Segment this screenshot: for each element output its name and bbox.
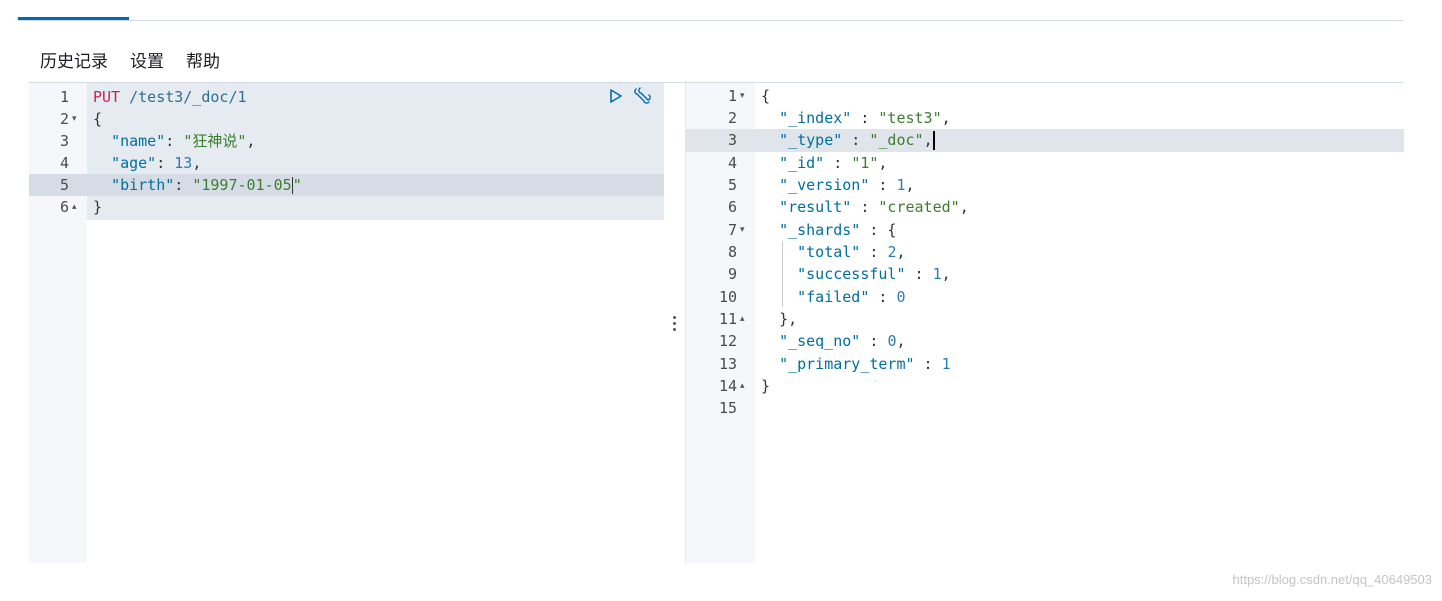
- response-line-12: "_seq_no" : 0,: [779, 332, 906, 350]
- json-number: 1: [932, 265, 942, 283]
- pane-resizer[interactable]: [664, 83, 684, 563]
- line-number: 9: [727, 265, 737, 283]
- active-tab-indicator: [18, 17, 129, 20]
- response-viewer[interactable]: 1 ▾ 2 3 4 5 6 7 ▾ 8 9 10 11 ▴ 12 13 14 ▴…: [685, 83, 1404, 563]
- response-line-2: "_index" : "test3",: [779, 109, 951, 127]
- line-number: 5: [727, 176, 737, 194]
- line-number: 10: [718, 288, 737, 306]
- json-number: 0: [896, 288, 906, 306]
- json-key: "_primary_term": [779, 355, 915, 373]
- json-number: 13: [174, 154, 193, 172]
- wrench-icon[interactable]: [632, 86, 652, 106]
- response-line-6: "result" : "created",: [779, 198, 969, 216]
- line-number: 4: [59, 154, 69, 172]
- response-line-14: }: [761, 377, 771, 395]
- tab-bar: [18, 0, 1403, 21]
- line-number: 2: [59, 110, 69, 128]
- line-number: 3: [59, 132, 69, 150]
- json-key: "name": [111, 132, 166, 150]
- line-number: 1: [59, 88, 69, 106]
- json-string: "test3": [878, 109, 942, 127]
- response-line-11: },: [779, 310, 798, 328]
- response-line-4: "_id" : "1",: [779, 154, 888, 172]
- fold-toggle-icon[interactable]: ▾: [740, 85, 745, 107]
- menu-bar: 历史记录 设置 帮助: [40, 44, 220, 74]
- line-number: 6: [727, 198, 737, 216]
- response-line-7: "_shards" : {: [779, 221, 897, 239]
- watermark: https://blog.csdn.net/qq_40649503: [1232, 572, 1433, 587]
- line-number: 1: [727, 87, 737, 105]
- json-number: 1: [941, 355, 951, 373]
- line-number: 6: [59, 198, 69, 216]
- console-app: 历史记录 设置 帮助 1 2 ▾ 3 4 5 6 ▴ PUT /test3/_d…: [18, 0, 1404, 563]
- json-string: "created": [878, 198, 960, 216]
- json-string: "狂神说": [183, 132, 247, 150]
- json-string: "1": [851, 154, 879, 172]
- line-number: 2: [727, 109, 737, 127]
- menu-settings[interactable]: 设置: [130, 47, 164, 72]
- json-key: "_id": [779, 154, 825, 172]
- line-number: 14: [718, 377, 737, 395]
- response-line-8: "total" : 2,: [797, 243, 906, 261]
- json-key: "_index": [779, 109, 852, 127]
- line-number: 7: [727, 221, 737, 239]
- json-key: "total": [797, 243, 861, 261]
- drag-handle-icon: [672, 315, 676, 331]
- json-key: "failed": [797, 288, 870, 306]
- json-string: "1997-01-05: [192, 176, 292, 194]
- fold-toggle-icon[interactable]: ▴: [72, 196, 77, 218]
- fold-toggle-icon[interactable]: ▾: [740, 219, 745, 241]
- request-line-3: "name": "狂神说",: [111, 132, 256, 150]
- open-brace: {: [93, 110, 103, 128]
- json-key: "_version": [779, 176, 870, 194]
- fold-toggle-icon[interactable]: ▴: [740, 375, 745, 397]
- line-number: 3: [727, 131, 737, 149]
- menu-help[interactable]: 帮助: [186, 47, 220, 72]
- text-cursor: [932, 131, 935, 150]
- json-number: 1: [896, 176, 906, 194]
- json-string-end: ": [292, 176, 302, 194]
- request-line-1: PUT /test3/_doc/1: [93, 86, 247, 108]
- json-key: "result": [779, 198, 852, 216]
- play-icon[interactable]: [606, 86, 626, 106]
- line-number: 13: [718, 355, 737, 373]
- json-string: "_doc": [869, 131, 924, 149]
- response-line-9: "successful" : 1,: [797, 265, 951, 283]
- line-number: 15: [718, 399, 737, 417]
- fold-toggle-icon[interactable]: ▴: [740, 308, 745, 330]
- request-editor[interactable]: 1 2 ▾ 3 4 5 6 ▴ PUT /test3/_doc/1 { "nam…: [29, 83, 664, 563]
- request-path: /test3/_doc/1: [129, 88, 247, 106]
- json-key: "successful": [797, 265, 906, 283]
- line-number: 5: [59, 176, 69, 194]
- http-method: PUT: [93, 88, 121, 106]
- request-line-6: }: [93, 196, 102, 218]
- response-line-5: "_version" : 1,: [779, 176, 915, 194]
- request-actions: [606, 86, 652, 106]
- json-key: "birth": [111, 176, 175, 194]
- line-number: 11: [718, 310, 737, 328]
- json-key: "_seq_no": [779, 332, 861, 350]
- response-line-1: {: [761, 87, 771, 105]
- json-key: "_type": [779, 131, 843, 149]
- line-number: 4: [727, 154, 737, 172]
- close-brace: }: [93, 198, 103, 216]
- menu-history[interactable]: 历史记录: [40, 47, 108, 72]
- request-line-4: "age": 13,: [111, 154, 202, 172]
- json-key: "age": [111, 154, 157, 172]
- line-number: 12: [718, 332, 737, 350]
- request-line-2: {: [93, 108, 102, 130]
- response-line-3: "_type" : "_doc",: [779, 131, 935, 150]
- response-line-10: "failed" : 0: [797, 288, 906, 306]
- fold-toggle-icon[interactable]: ▾: [72, 108, 77, 130]
- json-key: "_shards": [779, 221, 861, 239]
- request-line-5: "birth": "1997-01-05": [111, 176, 302, 194]
- response-line-13: "_primary_term" : 1: [779, 355, 951, 373]
- line-number: 8: [727, 243, 737, 261]
